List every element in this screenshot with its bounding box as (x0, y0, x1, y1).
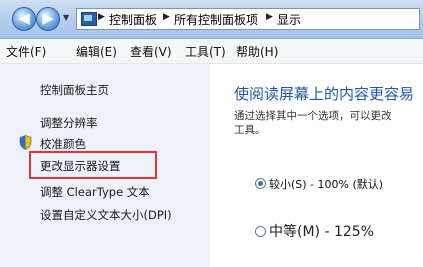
control-panel-icon (81, 12, 97, 26)
description-line-1: 通过选择其中一个选项，可以更改 (234, 110, 392, 122)
breadcrumb-separator-icon[interactable]: ▶ (266, 12, 273, 22)
menu-bar: 文件(F) 编辑(E) 查看(V) 工具(T) 帮助(H) (0, 39, 423, 64)
menu-view[interactable]: 查看(V) (130, 43, 172, 60)
highlight-box (29, 151, 157, 179)
breadcrumb-all-items[interactable]: 所有控制面板项 (174, 11, 258, 28)
main-content: 使阅读屏幕上的内容更容易 通过选择其中一个选项，可以更改 工具。 较小(S) -… (210, 64, 423, 267)
description-line-2: 工具。 (234, 124, 266, 136)
breadcrumb-control-panel[interactable]: 控制面板 (109, 11, 157, 28)
address-field[interactable]: ▶ 控制面板 ▶ 所有控制面板项 ▶ 显示 (76, 8, 420, 30)
history-dropdown-icon[interactable]: ▼ (63, 13, 69, 22)
back-arrow-icon: ◀ (18, 9, 30, 27)
breadcrumb-separator-icon[interactable]: ▶ (98, 12, 105, 22)
page-heading: 使阅读屏幕上的内容更容易 (234, 85, 415, 103)
breadcrumb-display[interactable]: 显示 (277, 11, 301, 28)
address-bar: ◀ ▶ ▼ ▶ 控制面板 ▶ 所有控制面板项 ▶ 显示 (0, 0, 423, 39)
option-smaller-label[interactable]: 较小(S) - 100% (默认) (269, 176, 383, 192)
option-medium-label[interactable]: 中等(M) - 125% (269, 221, 374, 241)
sidebar-item-calibrate-color[interactable]: 校准颜色 (40, 136, 86, 152)
shield-icon (19, 135, 32, 150)
radio-smaller[interactable] (255, 178, 266, 189)
sidebar-item-control-panel-home[interactable]: 控制面板主页 (40, 82, 109, 98)
menu-help[interactable]: 帮助(H) (236, 43, 278, 60)
menu-tools[interactable]: 工具(T) (185, 43, 226, 60)
forward-arrow-icon: ▶ (42, 9, 54, 27)
breadcrumb-separator-icon[interactable]: ▶ (163, 12, 170, 22)
sidebar-item-custom-dpi[interactable]: 设置自定义文本大小(DPI) (40, 207, 172, 223)
menu-file[interactable]: 文件(F) (6, 43, 46, 60)
radio-medium[interactable] (255, 226, 266, 237)
sidebar-item-cleartype[interactable]: 调整 ClearType 文本 (40, 184, 150, 200)
menu-edit[interactable]: 编辑(E) (76, 43, 117, 60)
sidebar-item-adjust-resolution[interactable]: 调整分辨率 (40, 115, 98, 131)
back-button[interactable]: ◀ (12, 7, 36, 31)
forward-button[interactable]: ▶ (36, 7, 60, 31)
